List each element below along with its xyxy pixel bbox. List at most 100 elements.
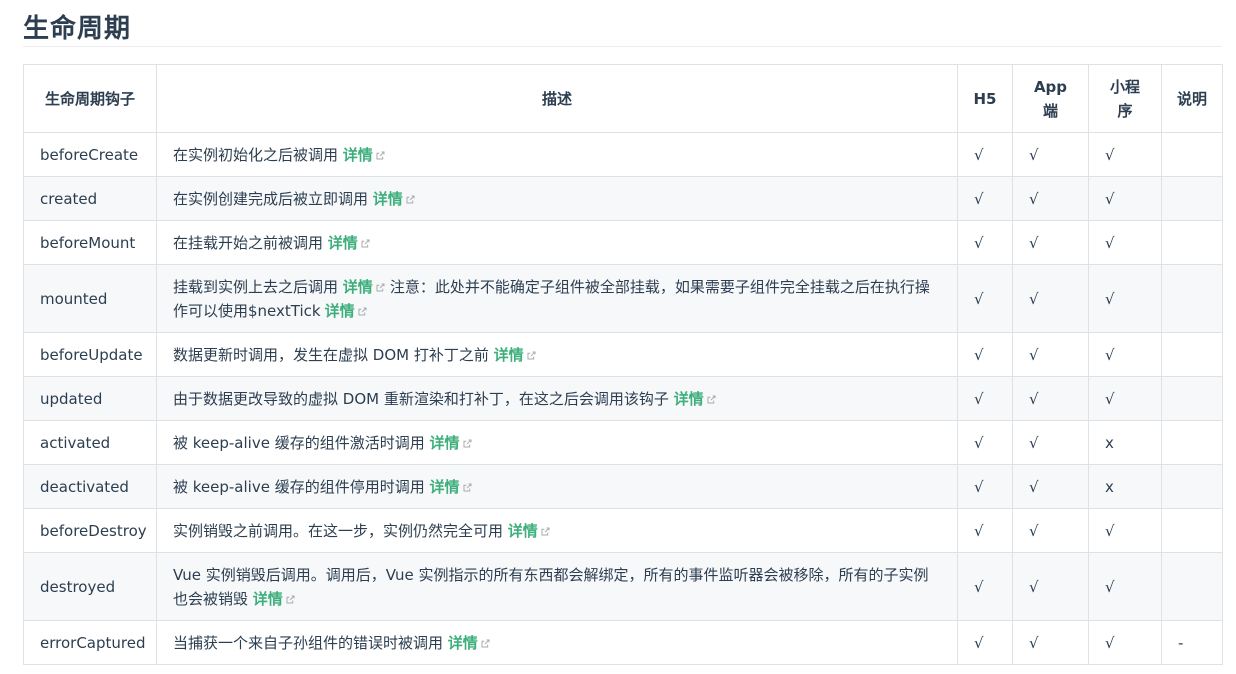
hook-name: beforeCreate — [23, 132, 157, 177]
app-support: √ — [1012, 552, 1089, 621]
description-text: 在挂载开始之前被调用 — [173, 233, 324, 252]
miniprogram-support: √ — [1088, 220, 1162, 265]
table-row: beforeDestroy 实例销毁之前调用。在这一步，实例仍然完全可用 详情 … — [23, 508, 1223, 553]
hook-label: created — [40, 189, 98, 208]
h5-support: √ — [957, 332, 1013, 377]
table-row: deactivated 被 keep-alive 缓存的组件停用时调用 详情 √… — [23, 464, 1223, 509]
app-support: √ — [1012, 176, 1089, 221]
h5-mark: √ — [974, 477, 984, 496]
hook-description: 当捕获一个来自子孙组件的错误时被调用 详情 — [156, 620, 958, 665]
details-link-label: 详情 — [372, 189, 403, 208]
details-link-label: 详情 — [252, 589, 283, 608]
h5-mark: √ — [974, 145, 984, 164]
hook-description: 在实例创建完成后被立即调用 详情 — [156, 176, 958, 221]
description-text: 在实例初始化之后被调用 — [173, 145, 339, 164]
details-link[interactable]: 详情 — [430, 478, 473, 496]
app-mark: √ — [1029, 233, 1039, 252]
details-link[interactable]: 详情 — [508, 522, 551, 540]
page-title: 生命周期 — [23, 14, 132, 44]
details-link[interactable]: 详情 — [494, 346, 537, 364]
table-row: updated 由于数据更改导致的虚拟 DOM 重新渲染和打补丁，在这之后会调用… — [23, 376, 1223, 421]
description-text: 实例销毁之前调用。在这一步，实例仍然完全可用 — [173, 521, 504, 540]
h5-support: √ — [957, 220, 1013, 265]
hook-label: beforeMount — [40, 233, 136, 252]
app-mark: √ — [1029, 577, 1039, 596]
app-mark: √ — [1029, 145, 1039, 164]
title-divider — [23, 46, 1222, 47]
h5-mark: √ — [974, 633, 984, 652]
table-row: mounted 挂载到实例上去之后调用 详情 注意：此处并不能确定子组件被全部挂载… — [23, 264, 1223, 333]
details-link-label: 详情 — [342, 277, 373, 296]
external-link-icon — [406, 194, 415, 204]
app-mark: √ — [1029, 189, 1039, 208]
h5-support: √ — [957, 420, 1013, 465]
header-desc: 描述 — [156, 64, 958, 133]
miniprogram-mark: √ — [1105, 521, 1115, 540]
miniprogram-mark: √ — [1105, 233, 1115, 252]
app-support: √ — [1012, 376, 1089, 421]
note-cell — [1161, 420, 1223, 465]
external-link-icon — [286, 594, 295, 604]
app-mark: √ — [1029, 477, 1039, 496]
note-cell — [1161, 508, 1223, 553]
hook-name: created — [23, 176, 157, 221]
hook-description: 被 keep-alive 缓存的组件激活时调用 详情 — [156, 420, 958, 465]
table-row: beforeCreate 在实例初始化之后被调用 详情 √ √ √ — [23, 132, 1223, 177]
note-cell — [1161, 552, 1223, 621]
miniprogram-mark: x — [1105, 433, 1114, 452]
h5-mark: √ — [974, 521, 984, 540]
h5-mark: √ — [974, 577, 984, 596]
h5-mark: √ — [974, 289, 984, 308]
hook-label: errorCaptured — [40, 633, 146, 652]
description-text: 当捕获一个来自子孙组件的错误时被调用 — [173, 633, 444, 652]
miniprogram-support: √ — [1088, 376, 1162, 421]
details-link-label: 详情 — [673, 389, 704, 408]
table-row: beforeMount 在挂载开始之前被调用 详情 √ √ √ — [23, 220, 1223, 265]
miniprogram-mark: x — [1105, 477, 1114, 496]
description-text: 被 keep-alive 缓存的组件激活时调用 — [173, 433, 425, 452]
details-link[interactable]: 详情 — [674, 390, 717, 408]
h5-support: √ — [957, 464, 1013, 509]
external-link-icon — [463, 438, 472, 448]
details-link[interactable]: 详情 — [430, 434, 473, 452]
table-row: activated 被 keep-alive 缓存的组件激活时调用 详情 √ √… — [23, 420, 1223, 465]
details-link[interactable]: 详情 — [343, 278, 386, 296]
details-link[interactable]: 详情 — [343, 146, 386, 164]
app-support: √ — [1012, 620, 1089, 665]
external-link-icon — [707, 394, 716, 404]
h5-support: √ — [957, 620, 1013, 665]
details-link[interactable]: 详情 — [253, 590, 296, 608]
hook-name: beforeUpdate — [23, 332, 157, 377]
miniprogram-support: √ — [1088, 508, 1162, 553]
hook-label: destroyed — [40, 577, 116, 596]
h5-mark: √ — [974, 345, 984, 364]
hook-label: activated — [40, 433, 111, 452]
note-cell — [1161, 464, 1223, 509]
details-link-nexttick[interactable]: 详情 — [325, 302, 368, 320]
h5-support: √ — [957, 132, 1013, 177]
hook-description: 实例销毁之前调用。在这一步，实例仍然完全可用 详情 — [156, 508, 958, 553]
details-link[interactable]: 详情 — [448, 634, 491, 652]
table-row: errorCaptured 当捕获一个来自子孙组件的错误时被调用 详情 √ √ … — [23, 620, 1223, 665]
lifecycle-table: 生命周期钩子 描述 H5 App端 小程序 说明 beforeCreate 在实… — [23, 64, 1223, 665]
external-link-icon — [376, 282, 385, 292]
miniprogram-mark: √ — [1105, 289, 1115, 308]
hook-description: 数据更新时调用，发生在虚拟 DOM 打补丁之前 详情 — [156, 332, 958, 377]
miniprogram-support: √ — [1088, 176, 1162, 221]
app-mark: √ — [1029, 345, 1039, 364]
header-note: 说明 — [1161, 64, 1223, 133]
details-link[interactable]: 详情 — [373, 190, 416, 208]
miniprogram-support: x — [1088, 464, 1162, 509]
hook-name: destroyed — [23, 552, 157, 621]
table-row: beforeUpdate 数据更新时调用，发生在虚拟 DOM 打补丁之前 详情 … — [23, 332, 1223, 377]
hook-description: 挂载到实例上去之后调用 详情 注意：此处并不能确定子组件被全部挂载，如果需要子组件… — [156, 264, 958, 333]
app-mark: √ — [1029, 389, 1039, 408]
miniprogram-mark: √ — [1105, 577, 1115, 596]
h5-mark: √ — [974, 389, 984, 408]
details-link[interactable]: 详情 — [328, 234, 371, 252]
app-mark: √ — [1029, 433, 1039, 452]
app-support: √ — [1012, 332, 1089, 377]
table-row: destroyed Vue 实例销毁后调用。调用后，Vue 实例指示的所有东西都… — [23, 552, 1223, 621]
external-link-icon — [361, 238, 370, 248]
note-cell — [1161, 332, 1223, 377]
